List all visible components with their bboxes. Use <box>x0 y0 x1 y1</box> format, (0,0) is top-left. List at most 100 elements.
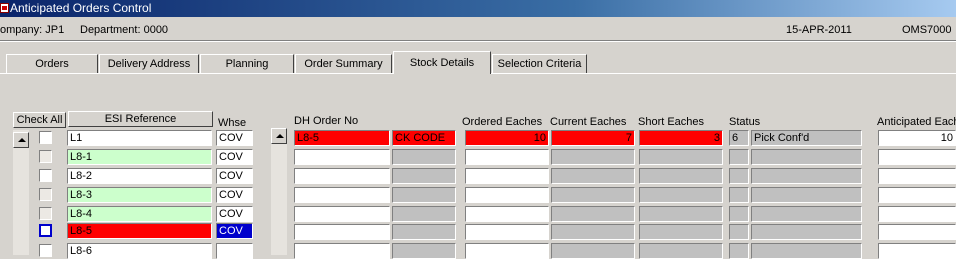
dh-order-no-cell[interactable] <box>294 187 390 203</box>
status-code-cell: 6 <box>729 130 749 146</box>
short-eaches-cell <box>639 149 723 165</box>
current-eaches-cell <box>551 168 635 184</box>
short-eaches-cell <box>639 243 723 259</box>
status-text-cell <box>751 206 862 222</box>
status-code-cell <box>729 243 749 259</box>
department-label: Department: 0000 <box>80 24 169 36</box>
dh-order-no-cell[interactable] <box>294 206 390 222</box>
whse-cell[interactable]: COV <box>216 168 253 184</box>
dh-order-no-cell[interactable]: L8-5 <box>294 130 390 146</box>
ordered-eaches-cell[interactable] <box>465 149 549 165</box>
ordered-eaches-cell[interactable] <box>465 206 549 222</box>
short-eaches-cell: 3 <box>639 130 723 146</box>
status-text-cell <box>751 224 862 240</box>
whse-cell[interactable]: COV <box>216 206 253 222</box>
current-eaches-cell <box>551 187 635 203</box>
status-header: Status <box>729 116 761 128</box>
whse-cell[interactable]: COV <box>216 149 253 165</box>
whse-header: Whse <box>218 117 247 129</box>
dh-order-no-cell[interactable] <box>294 149 390 165</box>
esi-reference-cell[interactable]: L8-2 <box>67 168 212 184</box>
dh-order-no-cell[interactable] <box>294 168 390 184</box>
status-text-cell <box>751 243 862 259</box>
status-code-cell <box>729 168 749 184</box>
dh-order-no-cell[interactable] <box>294 224 390 240</box>
code-cell <box>392 168 456 184</box>
anticipated-eaches-cell[interactable] <box>878 187 956 203</box>
ordered-eaches-cell[interactable] <box>465 224 549 240</box>
tab-orders[interactable]: Orders <box>6 54 98 73</box>
anticipated-eaches-cell[interactable]: 10 <box>878 130 956 146</box>
esi-reference-cell[interactable]: L1 <box>67 130 212 146</box>
current-eaches-cell <box>551 206 635 222</box>
row-checkbox[interactable] <box>39 244 52 257</box>
code-cell: CK CODE <box>392 130 456 146</box>
date-label: 15-APR-2011 <box>786 24 852 36</box>
esi-reference-cell[interactable]: L8-4 <box>67 206 212 222</box>
esi-reference-cell[interactable]: L8-5 <box>67 223 212 239</box>
anticipated-eaches-cell[interactable] <box>878 206 956 222</box>
code-cell <box>392 224 456 240</box>
short-eaches-cell <box>639 206 723 222</box>
dh-order-no-header: DH Order No <box>294 115 359 127</box>
whse-cell[interactable] <box>216 243 253 259</box>
oracle-forms-icon <box>0 3 9 13</box>
short-eaches-cell <box>639 224 723 240</box>
anticipated-eaches-cell[interactable] <box>878 168 956 184</box>
short-eaches-cell <box>639 168 723 184</box>
ordered-eaches-header: Ordered Eaches <box>462 116 543 128</box>
current-eaches-cell <box>551 224 635 240</box>
current-eaches-header: Current Eaches <box>550 116 627 128</box>
dh-order-no-cell[interactable] <box>294 243 390 259</box>
short-eaches-cell <box>639 187 723 203</box>
ordered-eaches-cell[interactable] <box>465 243 549 259</box>
left-scrollbar[interactable] <box>13 130 29 255</box>
right-scrollbar[interactable] <box>271 128 287 255</box>
status-code-cell <box>729 206 749 222</box>
esi-reference-cell[interactable]: L8-6 <box>67 243 212 259</box>
tab-planning[interactable]: Planning <box>200 54 294 73</box>
title-bar: Anticipated Orders Control <box>0 0 956 17</box>
whse-cell[interactable]: COV <box>216 187 253 203</box>
status-text-cell <box>751 187 862 203</box>
ordered-eaches-cell[interactable] <box>465 168 549 184</box>
esi-reference-label: ESI Reference <box>104 113 177 125</box>
ordered-eaches-cell[interactable]: 10 <box>465 130 549 146</box>
current-eaches-cell: 7 <box>551 130 635 146</box>
row-checkbox[interactable] <box>39 207 52 220</box>
whse-cell[interactable]: COV <box>216 223 253 239</box>
code-cell <box>392 187 456 203</box>
ordered-eaches-cell[interactable] <box>465 187 549 203</box>
window-title: Anticipated Orders Control <box>10 1 152 15</box>
current-eaches-cell <box>551 243 635 259</box>
tab-stock-details[interactable]: Stock Details <box>393 51 491 74</box>
esi-reference-cell[interactable]: L8-3 <box>67 187 212 203</box>
company-label: ompany: JP1 <box>0 24 65 36</box>
anticipated-eaches-cell[interactable] <box>878 224 956 240</box>
divider <box>0 40 956 42</box>
row-checkbox[interactable] <box>39 224 52 237</box>
row-checkbox[interactable] <box>39 169 52 182</box>
module-label: OMS7000 <box>902 24 952 36</box>
row-checkbox[interactable] <box>39 188 52 201</box>
check-all-button[interactable]: Check All <box>13 112 66 128</box>
tab-order-summary[interactable]: Order Summary <box>295 54 392 73</box>
status-code-cell <box>729 187 749 203</box>
status-code-cell <box>729 224 749 240</box>
scroll-up-icon[interactable] <box>271 128 287 144</box>
anticipated-eaches-cell[interactable] <box>878 243 956 259</box>
short-eaches-header: Short Eaches <box>638 116 705 128</box>
tab-selection-criteria[interactable]: Selection Criteria <box>492 54 587 73</box>
tab-delivery-address[interactable]: Delivery Address <box>99 54 199 73</box>
code-cell <box>392 149 456 165</box>
esi-reference-header[interactable]: ESI Reference <box>68 111 213 127</box>
whse-cell[interactable]: COV <box>216 130 253 146</box>
status-text-cell: Pick Conf'd <box>751 130 862 146</box>
status-text-cell <box>751 149 862 165</box>
scroll-up-icon[interactable] <box>13 132 29 148</box>
anticipated-eaches-cell[interactable] <box>878 149 956 165</box>
esi-reference-cell[interactable]: L8-1 <box>67 149 212 165</box>
row-checkbox[interactable] <box>39 131 52 144</box>
row-checkbox[interactable] <box>39 150 52 163</box>
status-code-cell <box>729 149 749 165</box>
